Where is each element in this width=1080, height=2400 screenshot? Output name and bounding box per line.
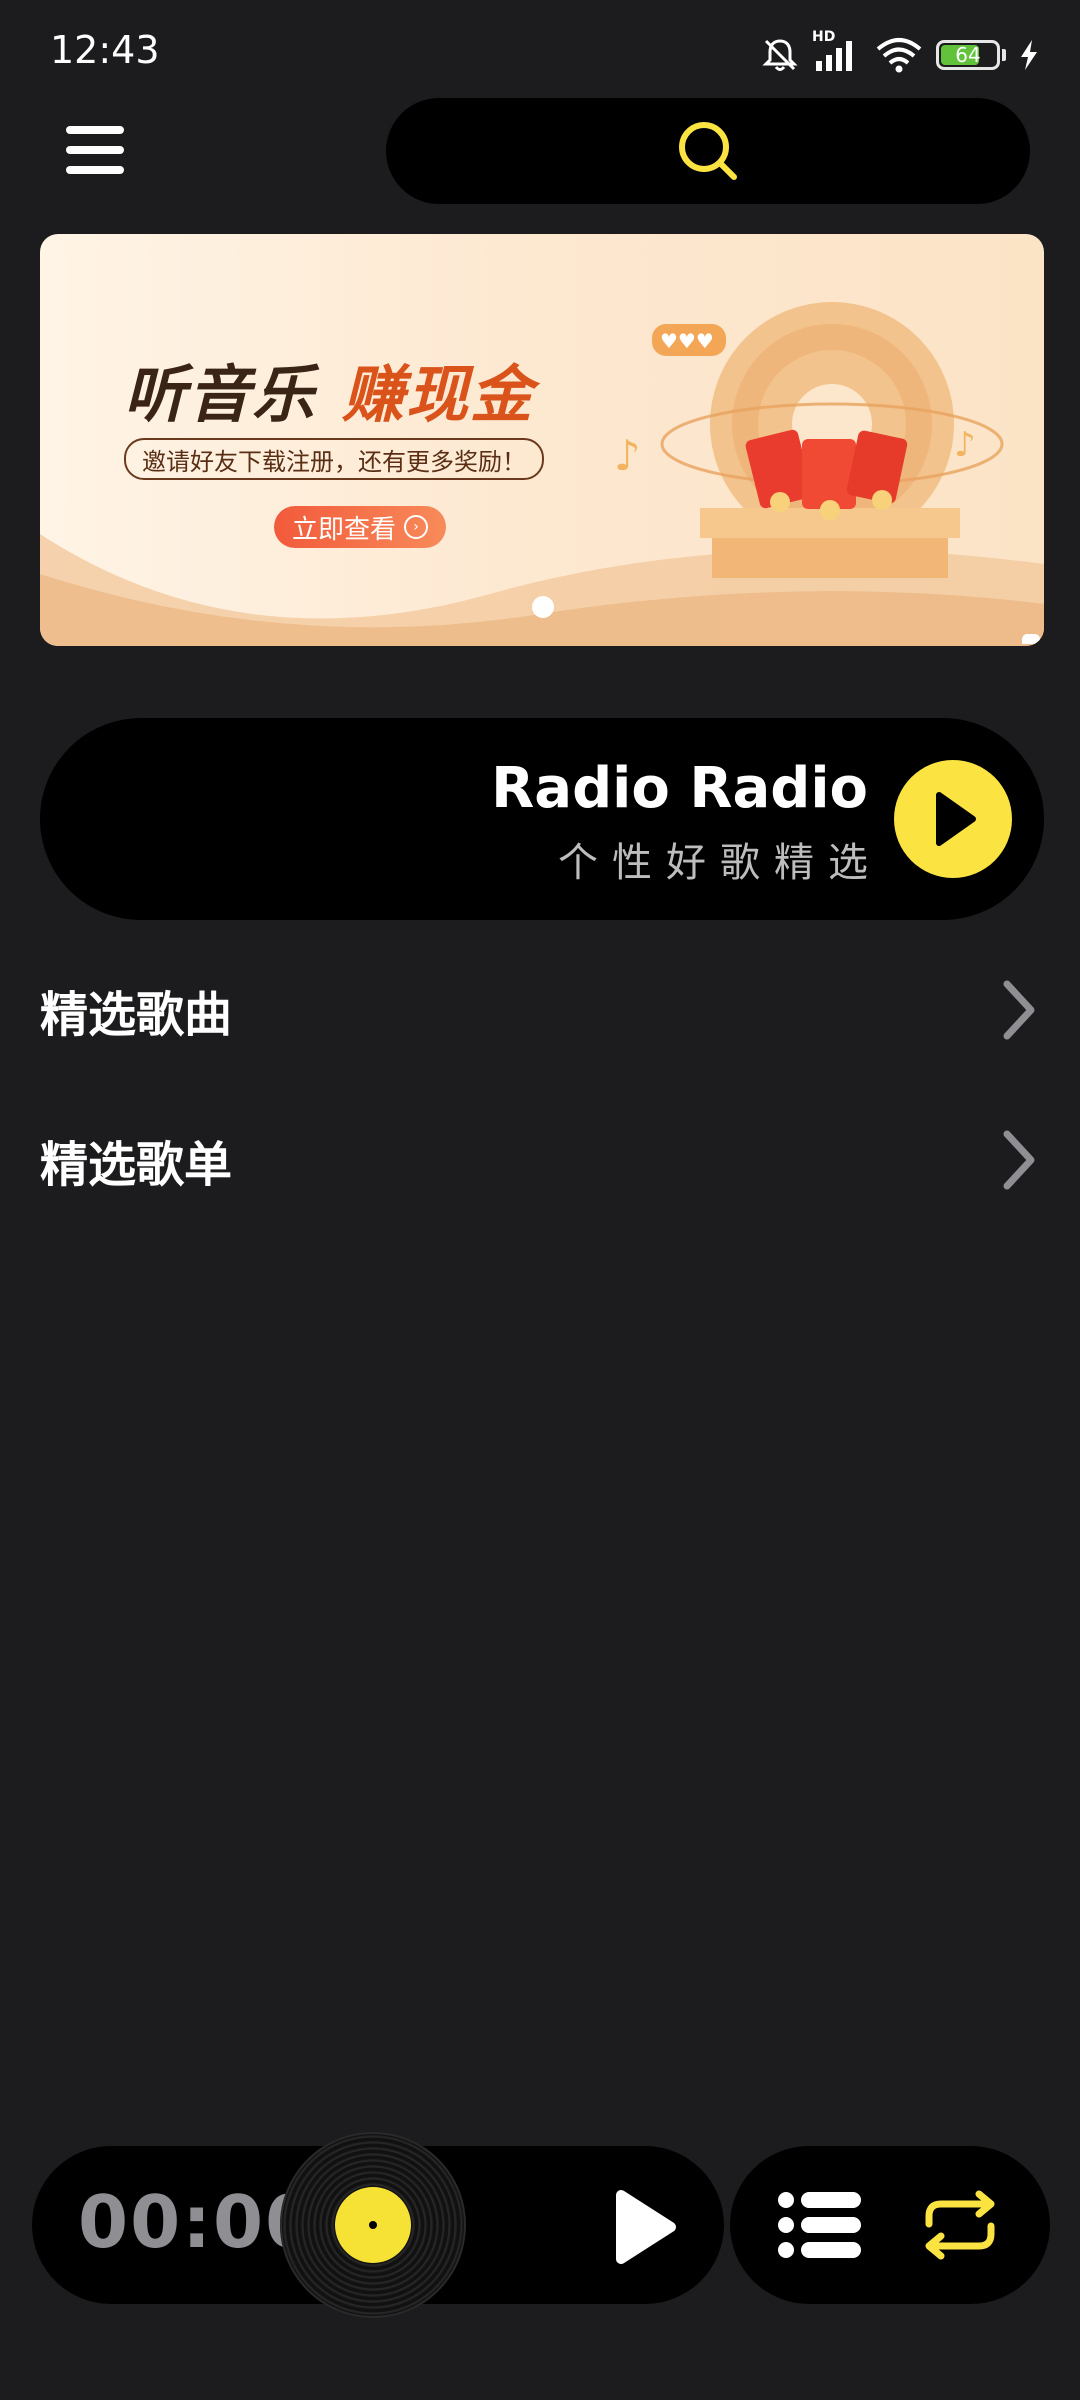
vinyl-hole	[369, 2221, 377, 2229]
hamburger-menu-icon-line-3	[66, 166, 124, 174]
banner-cta-label: 立即查看	[292, 514, 397, 545]
playlist-icon	[778, 2192, 861, 2258]
carousel-indicator-active	[532, 596, 554, 618]
battery-body: 64	[936, 40, 1000, 70]
banner-cta-button[interactable]: 立即查看 ›	[274, 506, 447, 548]
radio-play-button[interactable]	[894, 760, 1012, 878]
banner-title: 听音乐 赚现金	[124, 344, 534, 434]
repeat-button[interactable]	[910, 2175, 1010, 2275]
chevron-right-icon	[994, 1125, 1044, 1195]
banner-subtitle: 邀请好友下载注册，还有更多奖励！	[124, 438, 544, 480]
radio-card[interactable]: Radio Radio 个性好歌精选	[40, 718, 1044, 920]
wifi-icon	[876, 38, 922, 73]
player-controls	[730, 2146, 1050, 2304]
carousel-indicator	[1022, 634, 1040, 644]
play-icon	[936, 792, 976, 846]
section-title: 精选歌曲	[40, 987, 233, 1043]
player-play-button[interactable]	[598, 2182, 688, 2272]
svg-text:♥♥♥: ♥♥♥	[660, 329, 714, 353]
battery-level: 64	[955, 43, 981, 67]
radio-title: Radio Radio	[491, 756, 868, 821]
signal-icon	[816, 41, 852, 71]
search-icon	[679, 122, 737, 180]
vinyl-label	[335, 2187, 411, 2263]
menu-button[interactable]	[60, 118, 132, 180]
section-featured-songs[interactable]: 精选歌曲	[40, 960, 1044, 1060]
svg-text:♪: ♪	[614, 431, 641, 480]
app-screen: 12:43 HD 64 ♥♥♥ ♪ ♪ 听音乐 赚现金 邀请好友下载注册，还有更…	[0, 0, 1080, 2400]
playlist-button[interactable]	[770, 2175, 870, 2275]
hamburger-menu-icon-line-1	[66, 126, 124, 134]
play-icon	[616, 2190, 676, 2264]
charging-icon	[1021, 40, 1037, 70]
battery-icon: 64	[936, 40, 1006, 70]
svg-text:♪: ♪	[954, 425, 976, 465]
repeat-icon	[925, 2190, 995, 2260]
battery-cap	[1002, 49, 1006, 61]
banner-title-part2: 赚现金	[342, 358, 535, 431]
chevron-right-icon	[994, 975, 1044, 1045]
status-icons: HD 64	[760, 29, 1040, 80]
section-title: 精选歌单	[40, 1137, 233, 1193]
mini-player: 00:00	[32, 2132, 724, 2318]
promo-banner[interactable]: ♥♥♥ ♪ ♪ 听音乐 赚现金 邀请好友下载注册，还有更多奖励！ 立即查看 ›	[40, 234, 1044, 646]
status-time: 12:43	[50, 28, 160, 72]
chevron-right-circle-icon: ›	[404, 515, 429, 539]
vinyl-disc-icon[interactable]	[280, 2132, 466, 2318]
section-featured-playlists[interactable]: 精选歌单	[40, 1110, 1044, 1210]
search-bar[interactable]	[386, 98, 1030, 204]
bell-muted-icon	[762, 39, 798, 71]
signal-group: HD	[812, 29, 862, 75]
radio-subtitle: 个性好歌精选	[558, 840, 882, 886]
hamburger-menu-icon-line-2	[66, 146, 124, 154]
status-bar: 12:43 HD 64	[0, 0, 1080, 100]
banner-title-part1: 听音乐	[124, 358, 317, 431]
